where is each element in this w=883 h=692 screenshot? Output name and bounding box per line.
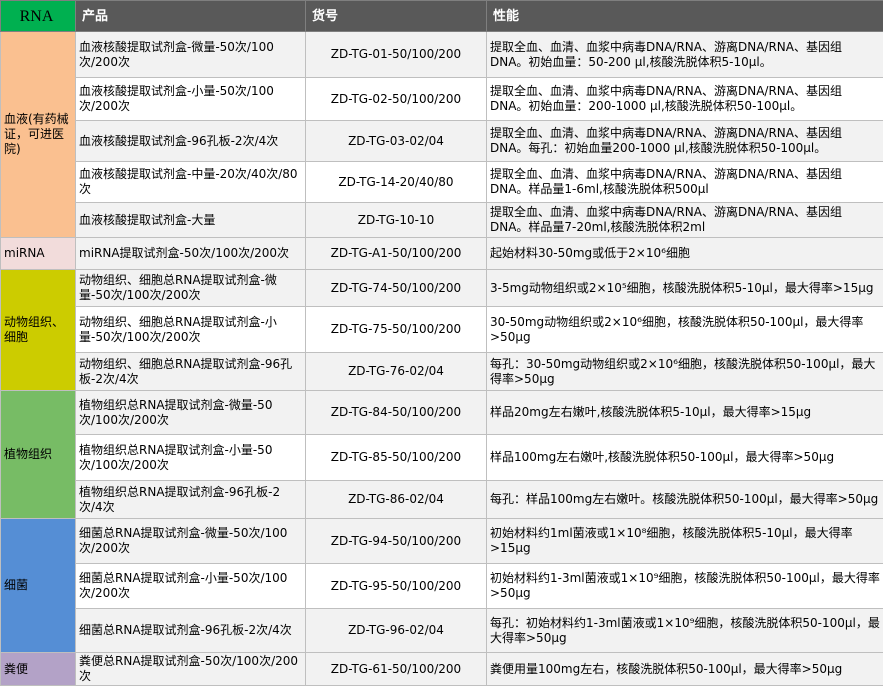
performance-cell: 样品20mg左右嫩叶,核酸洗脱体积5-10µl，最大得率>15µg (486, 390, 883, 435)
category-cell: 细菌 (0, 518, 76, 653)
product-cell: 植物组织总RNA提取试剂盒-微量-50次/100次/200次 (75, 390, 306, 435)
product-cell: 血液核酸提取试剂盒-小量-50次/100次/200次 (75, 77, 306, 121)
code-cell: ZD-TG-03-02/04 (305, 120, 487, 162)
performance-cell: 提取全血、血清、血浆中病毒DNA/RNA、游离DNA/RNA、基因组DNA。每孔… (486, 120, 883, 162)
product-cell: 血液核酸提取试剂盒-96孔板-2次/4次 (75, 120, 306, 162)
code-cell: ZD-TG-86-02/04 (305, 480, 487, 519)
table-row: 血液(有药械证，可进医院) 血液核酸提取试剂盒-微量-50次/100次/200次 Z… (0, 31, 883, 238)
table-row: 动物组织、细胞 动物组织、细胞总RNA提取试剂盒-微量-50次/100次/200次… (0, 269, 883, 391)
performance-cell: 3-5mg动物组织或2×10⁵细胞，核酸洗脱体积5-10µl，最大得率>15µg (486, 269, 883, 307)
performance-cell: 提取全血、血清、血浆中病毒DNA/RNA、游离DNA/RNA、基因组DNA。初始… (486, 77, 883, 121)
code-cell: ZD-TG-76-02/04 (305, 352, 487, 391)
code-cell: ZD-TG-14-20/40/80 (305, 161, 487, 203)
header-performance: 性能 (486, 0, 883, 32)
code-cell: ZD-TG-02-50/100/200 (305, 77, 487, 121)
product-cell: 细菌总RNA提取试剂盒-微量-50次/100次/200次 (75, 518, 306, 564)
header-category: RNA (0, 0, 76, 32)
product-cell: 动物组织、细胞总RNA提取试剂盒-微量-50次/100次/200次 (75, 269, 306, 307)
rna-product-table: RNA 产品 货号 性能 血液(有药械证，可进医院) 血液核酸提取试剂盒-微量-5… (0, 0, 883, 686)
table-row: 动物组织、细胞总RNA提取试剂盒-96孔板-2次/4次 ZD-TG-76-02/0… (1, 352, 883, 391)
code-cell: ZD-TG-95-50/100/200 (305, 563, 487, 609)
performance-cell: 每孔：样品100mg左右嫩叶。核酸洗脱体积50-100µl，最大得率>50µg (486, 480, 883, 519)
product-cell: 血液核酸提取试剂盒-中量-20次/40次/80次 (75, 161, 306, 203)
code-cell: ZD-TG-94-50/100/200 (305, 518, 487, 564)
code-cell: ZD-TG-A1-50/100/200 (305, 237, 487, 270)
performance-cell: 初始材料约1ml菌液或1×10⁸细胞，核酸洗脱体积5-10µl，最大得率>15µ… (486, 518, 883, 564)
table-row: 细菌总RNA提取试剂盒-96孔板-2次/4次 ZD-TG-96-02/04 每孔：初… (1, 608, 883, 653)
performance-cell: 初始材料约1-3ml菌液或1×10⁹细胞，核酸洗脱体积50-100µl，最大得率… (486, 563, 883, 609)
performance-cell: 每孔：30-50mg动物组织或2×10⁶细胞，核酸洗脱体积50-100µl，最大… (486, 352, 883, 391)
product-cell: 血液核酸提取试剂盒-大量 (75, 202, 306, 238)
table-row: 细菌总RNA提取试剂盒-小量-50次/100次/200次 ZD-TG-95-50/… (1, 563, 883, 609)
performance-cell: 粪便用量100mg左右，核酸洗脱体积50-100µl，最大得率>50µg (486, 652, 883, 686)
performance-cell: 30-50mg动物组织或2×10⁶细胞，核酸洗脱体积50-100µl，最大得率>… (486, 306, 883, 353)
table-body: 血液(有药械证，可进医院) 血液核酸提取试剂盒-微量-50次/100次/200次 Z… (0, 31, 883, 686)
table-row: 植物组织总RNA提取试剂盒-小量-50次/100次/200次 ZD-TG-85-5… (1, 434, 883, 481)
category-cell: 动物组织、细胞 (0, 269, 76, 391)
header-product: 产品 (75, 0, 306, 32)
product-cell: 细菌总RNA提取试剂盒-96孔板-2次/4次 (75, 608, 306, 653)
table-row: 粪便 粪便总RNA提取试剂盒-50次/100次/200次 ZD-TG-61-50/1… (0, 652, 883, 686)
table-row: 植物组织 植物组织总RNA提取试剂盒-微量-50次/100次/200次 ZD-TG-… (0, 390, 883, 519)
code-cell: ZD-TG-10-10 (305, 202, 487, 238)
product-cell: 植物组织总RNA提取试剂盒-96孔板-2次/4次 (75, 480, 306, 519)
code-cell: ZD-TG-84-50/100/200 (305, 390, 487, 435)
code-cell: ZD-TG-96-02/04 (305, 608, 487, 653)
table-row: 血液核酸提取试剂盒-小量-50次/100次/200次 ZD-TG-02-50/10… (1, 77, 883, 121)
table-row: 动物组织、细胞总RNA提取试剂盒-小量-50次/100次/200次 ZD-TG-7… (1, 306, 883, 353)
category-cell: miRNA (0, 237, 76, 270)
product-cell: 植物组织总RNA提取试剂盒-小量-50次/100次/200次 (75, 434, 306, 481)
header-code: 货号 (305, 0, 487, 32)
product-cell: 血液核酸提取试剂盒-微量-50次/100次/200次 (75, 31, 306, 78)
product-cell: 细菌总RNA提取试剂盒-小量-50次/100次/200次 (75, 563, 306, 609)
table-row: 细菌 细菌总RNA提取试剂盒-微量-50次/100次/200次 ZD-TG-94-5… (0, 518, 883, 653)
category-cell: 粪便 (0, 652, 76, 686)
performance-cell: 提取全血、血清、血浆中病毒DNA/RNA、游离DNA/RNA、基因组DNA。样品… (486, 202, 883, 238)
code-cell: ZD-TG-85-50/100/200 (305, 434, 487, 481)
category-cell: 植物组织 (0, 390, 76, 519)
code-cell: ZD-TG-61-50/100/200 (305, 652, 487, 686)
table-row: 植物组织总RNA提取试剂盒-96孔板-2次/4次 ZD-TG-86-02/04 每孔… (1, 480, 883, 519)
header-row: RNA 产品 货号 性能 (0, 0, 883, 32)
performance-cell: 起始材料30-50mg或低于2×10⁶细胞 (486, 237, 883, 270)
product-cell: 动物组织、细胞总RNA提取试剂盒-小量-50次/100次/200次 (75, 306, 306, 353)
performance-cell: 提取全血、血清、血浆中病毒DNA/RNA、游离DNA/RNA、基因组DNA。初始… (486, 31, 883, 78)
table-row: 血液核酸提取试剂盒-中量-20次/40次/80次 ZD-TG-14-20/40/8… (1, 161, 883, 203)
product-cell: 动物组织、细胞总RNA提取试剂盒-96孔板-2次/4次 (75, 352, 306, 391)
performance-cell: 样品100mg左右嫩叶,核酸洗脱体积50-100µl，最大得率>50µg (486, 434, 883, 481)
table-row: miRNA miRNA提取试剂盒-50次/100次/200次 ZD-TG-A1-50… (0, 237, 883, 270)
code-cell: ZD-TG-75-50/100/200 (305, 306, 487, 353)
code-cell: ZD-TG-01-50/100/200 (305, 31, 487, 78)
performance-cell: 提取全血、血清、血浆中病毒DNA/RNA、游离DNA/RNA、基因组DNA。样品… (486, 161, 883, 203)
product-cell: miRNA提取试剂盒-50次/100次/200次 (75, 237, 306, 270)
category-cell: 血液(有药械证，可进医院) (0, 31, 76, 238)
table-header: RNA 产品 货号 性能 (0, 0, 883, 32)
product-cell: 粪便总RNA提取试剂盒-50次/100次/200次 (75, 652, 306, 686)
performance-cell: 每孔：初始材料约1-3ml菌液或1×10⁹细胞，核酸洗脱体积50-100µl，最… (486, 608, 883, 653)
table-row: 血液核酸提取试剂盒-96孔板-2次/4次 ZD-TG-03-02/04 提取全血、血… (1, 120, 883, 162)
table-row: 血液核酸提取试剂盒-大量 ZD-TG-10-10 提取全血、血清、血浆中病毒DNA/… (1, 202, 883, 238)
code-cell: ZD-TG-74-50/100/200 (305, 269, 487, 307)
